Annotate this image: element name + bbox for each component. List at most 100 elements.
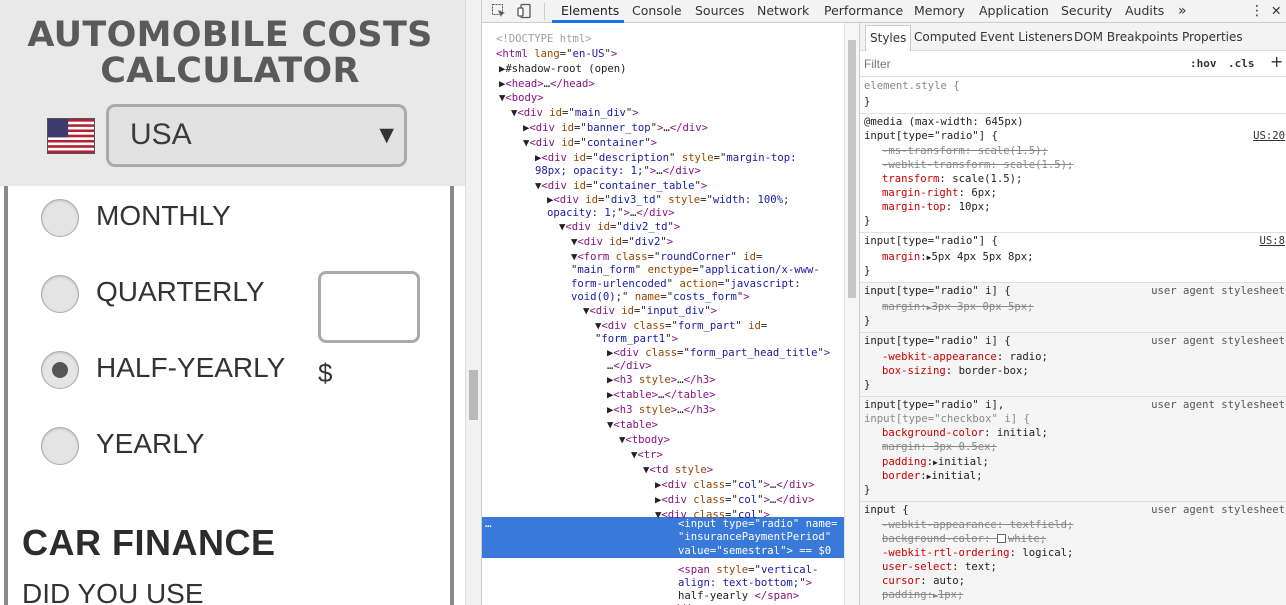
css-property-value[interactable]: auto; xyxy=(933,575,965,587)
dom-node-line[interactable]: ▼<div id="input_div"> xyxy=(583,305,717,318)
dom-node-line[interactable]: ▼<td style> xyxy=(643,464,713,477)
css-property-name[interactable]: margin xyxy=(882,441,920,453)
styles-subtab-styles[interactable]: Styles xyxy=(865,25,912,51)
overridden-css-property[interactable]: margin:▶3px 3px 0px 5px; xyxy=(882,301,1034,314)
css-property[interactable]: padding:▶initial; xyxy=(882,456,989,469)
dom-node-line[interactable]: ▶<head>…</head> xyxy=(499,78,595,91)
css-property-name[interactable]: margin-right xyxy=(882,187,959,199)
dom-tree-scrollbar[interactable] xyxy=(844,23,859,605)
css-property-name[interactable]: -webkit-rtl-ordering xyxy=(882,547,1010,559)
device-toolbar-icon[interactable] xyxy=(517,3,533,19)
overridden-css-property[interactable]: padding:▶1px; xyxy=(882,589,963,602)
more-tabs-button[interactable]: » xyxy=(1178,0,1187,23)
css-property-name[interactable]: box-sizing xyxy=(882,365,946,377)
css-property-value[interactable]: white; xyxy=(1008,533,1046,545)
tab-application[interactable]: Application xyxy=(979,0,1049,23)
new-style-rule-button[interactable]: + xyxy=(1270,52,1283,71)
css-source-link[interactable]: US:8 xyxy=(1259,235,1285,248)
css-property-name[interactable]: -webkit-appearance xyxy=(882,351,997,363)
hover-state-toggle[interactable]: :hov xyxy=(1190,57,1217,70)
dom-node-line[interactable]: <input type="radio" name= xyxy=(678,518,838,531)
dom-node-line[interactable]: ▼<table> xyxy=(607,419,658,432)
dom-node-line[interactable]: ▼<div id="div2_td"> xyxy=(559,221,680,234)
css-property-value[interactable]: radio; xyxy=(1010,351,1048,363)
css-property-value[interactable]: 3px 3px 0px 5px; xyxy=(932,301,1034,313)
dom-node-line[interactable]: "insurancePaymentPeriod" xyxy=(678,531,831,544)
dom-node-line[interactable]: 98px; opacity: 1;">…</div> xyxy=(535,165,701,178)
dom-node-line[interactable]: ▼<form class="roundCorner" id= xyxy=(571,251,762,264)
css-property-name[interactable]: cursor xyxy=(882,575,920,587)
dom-tree[interactable]: … <!DOCTYPE html> <html lang="en-US"> ▶#sh… xyxy=(482,23,844,605)
dom-node-line[interactable]: ▶<table>…</table> xyxy=(607,389,715,402)
dom-node-line[interactable]: <!DOCTYPE html> xyxy=(496,33,592,46)
dom-node-line[interactable]: opacity: 1;">…</div> xyxy=(547,207,675,220)
overridden-css-property[interactable]: -ms-transform: scale(1.5); xyxy=(882,145,1048,158)
node-actions-dots[interactable]: … xyxy=(485,517,492,530)
css-property[interactable]: -webkit-appearance: radio; xyxy=(882,351,1048,364)
dom-node-line[interactable]: ▼<div id="container_table"> xyxy=(535,180,707,193)
radio-yearly[interactable] xyxy=(41,427,79,465)
dom-node-line[interactable]: ▶<div class="col">…</div> xyxy=(655,479,815,492)
css-property[interactable]: border:▶initial; xyxy=(882,470,983,483)
css-property-name[interactable]: -ms-transform xyxy=(882,145,965,157)
overridden-css-property[interactable]: background-color: white; xyxy=(882,533,1046,546)
dom-node-line[interactable]: ▼<body> xyxy=(499,92,544,105)
dom-node-line[interactable]: form-urlencoded" action="javascript: xyxy=(571,278,801,291)
inspect-element-icon[interactable] xyxy=(491,3,507,19)
dom-node-line[interactable]: ▶<div id="div3_td" style="width: 100%; xyxy=(547,194,789,207)
radio-half-yearly[interactable] xyxy=(41,351,79,389)
css-property-value[interactable]: initial; xyxy=(997,427,1048,439)
css-property-value[interactable]: initial; xyxy=(932,470,983,482)
css-property-value[interactable]: 3px 0.5ex; xyxy=(933,441,997,453)
dom-node-line[interactable]: ▶<div id="banner_top">…</div> xyxy=(523,122,708,135)
css-property-name[interactable]: border xyxy=(882,470,920,482)
styles-filter-input[interactable]: Filter xyxy=(864,57,891,71)
dom-node-line[interactable]: ▼<tbody> xyxy=(619,434,670,447)
css-property-value[interactable]: initial; xyxy=(938,456,989,468)
radio-monthly[interactable] xyxy=(41,199,79,237)
css-property-name[interactable]: background-color xyxy=(882,427,984,439)
css-property-name[interactable]: -webkit-appearance xyxy=(882,519,997,531)
dom-node-line[interactable]: void(0);" name="costs_form"> xyxy=(571,291,750,304)
css-property-value[interactable]: scale(1.5); xyxy=(952,173,1022,185)
css-property-name[interactable]: margin xyxy=(882,301,920,313)
css-property[interactable]: margin:▶5px 4px 5px 8px; xyxy=(882,251,1034,264)
dom-node-line[interactable]: <html lang="en-US"> xyxy=(496,48,617,61)
styles-subtab-computed[interactable]: Computed xyxy=(914,23,976,51)
css-property-name[interactable]: margin-top xyxy=(882,201,946,213)
css-property-value[interactable]: textfield; xyxy=(1010,519,1074,531)
css-property-name[interactable]: padding xyxy=(882,589,927,601)
customize-menu-icon[interactable]: ⋮ xyxy=(1250,0,1264,23)
dom-node-line[interactable]: ▼<tr> xyxy=(631,449,663,462)
dom-tree-scrollbar-thumb[interactable] xyxy=(848,40,856,298)
dom-node-line[interactable]: ▼<div id="container"> xyxy=(523,137,657,150)
tab-network[interactable]: Network xyxy=(757,0,809,23)
country-select[interactable]: USA ▼ xyxy=(106,104,407,167)
css-property[interactable]: box-sizing: border-box; xyxy=(882,365,1029,378)
css-property[interactable]: cursor: auto; xyxy=(882,575,965,588)
dom-node-line[interactable]: ▶<h3 style>…</h3> xyxy=(607,404,715,417)
tab-security[interactable]: Security xyxy=(1061,0,1112,23)
css-property-value[interactable]: text; xyxy=(965,561,997,573)
styles-subtab-event-listeners[interactable]: Event Listeners xyxy=(980,23,1073,51)
tab-console[interactable]: Console xyxy=(632,0,682,23)
dom-node-line[interactable]: ▶<div id="description" style="margin-top… xyxy=(535,152,797,165)
css-property-name[interactable]: user-select xyxy=(882,561,952,573)
css-property-value[interactable]: 6px; xyxy=(971,187,997,199)
overridden-css-property[interactable]: margin: 3px 0.5ex; xyxy=(882,441,997,454)
dom-node-line[interactable]: ▶<div class="form_part_head_title"> xyxy=(607,347,830,360)
css-property-value[interactable]: scale(1.5); xyxy=(1003,159,1073,171)
dom-node-line[interactable]: ▶#shadow-root (open) xyxy=(499,63,627,76)
css-property[interactable]: margin-top: 10px; xyxy=(882,201,990,214)
styles-subtab-properties[interactable]: Properties xyxy=(1182,23,1243,51)
dom-node-line[interactable]: ▶<h3 style>…</h3> xyxy=(607,374,715,387)
radio-quarterly[interactable] xyxy=(41,275,79,313)
dom-node-line[interactable]: align: text-bottom;"> xyxy=(678,577,812,590)
css-property-value[interactable]: border-box; xyxy=(959,365,1029,377)
css-property[interactable]: transform: scale(1.5); xyxy=(882,173,1022,186)
css-property-name[interactable]: transform xyxy=(882,173,939,185)
dom-node-line[interactable]: …</div> xyxy=(607,360,652,373)
page-scrollbar[interactable] xyxy=(465,0,481,605)
css-property-value[interactable]: 1px; xyxy=(938,589,964,601)
dom-node-line[interactable]: <span style="vertical- xyxy=(678,564,818,577)
